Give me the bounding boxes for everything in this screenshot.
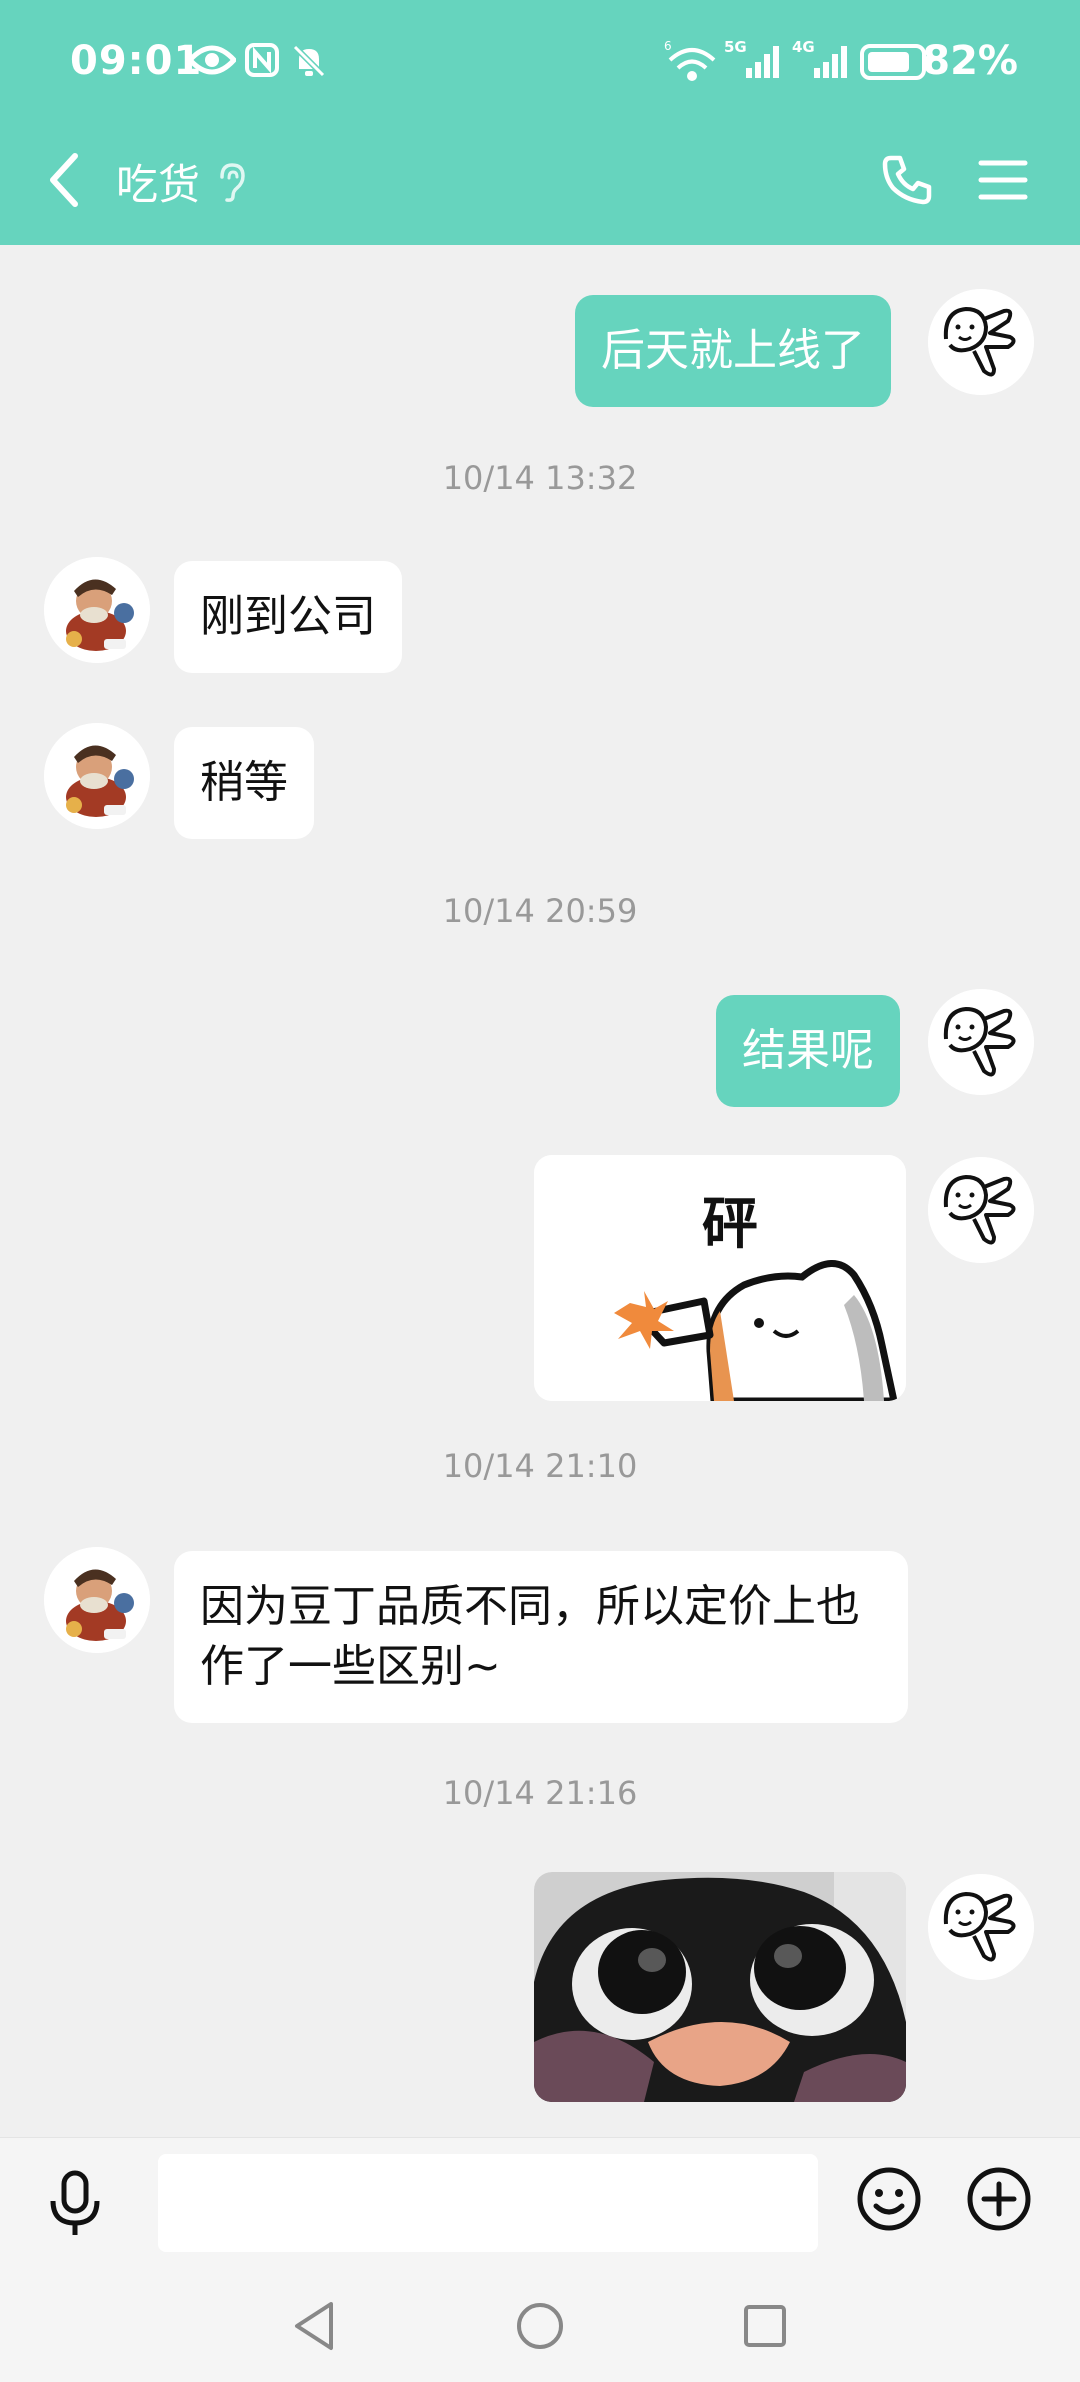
menu-icon — [978, 160, 1028, 200]
nav-home-button[interactable] — [505, 2291, 575, 2361]
signal-5g-icon: 5G — [724, 38, 784, 86]
sent-message[interactable]: 结果呢 — [716, 995, 900, 1107]
battery-percent: 82% — [922, 38, 1018, 84]
status-bar: 09:01 6 5G 4G 82% — [0, 0, 1080, 125]
svg-text:5G: 5G — [724, 38, 747, 56]
chevron-left-icon — [50, 153, 78, 207]
message-input[interactable] — [158, 2154, 818, 2252]
sticker-message[interactable] — [534, 1872, 906, 2102]
plus-circle-icon — [967, 2167, 1031, 2231]
avatar[interactable] — [44, 1547, 150, 1653]
signal-4g-icon: 4G — [792, 38, 852, 86]
nav-back-button[interactable] — [280, 2291, 350, 2361]
timestamp: 10/14 20:59 — [442, 892, 638, 930]
chat-title[interactable]: 吃货 — [116, 151, 200, 212]
sticker-message[interactable]: 砰 — [534, 1155, 906, 1401]
svg-text:6: 6 — [664, 39, 672, 53]
received-message[interactable]: 刚到公司 — [174, 561, 402, 673]
voice-button[interactable] — [40, 2166, 110, 2240]
battery-icon — [860, 44, 932, 84]
menu-button[interactable] — [968, 145, 1038, 215]
triangle-back-icon — [295, 2302, 333, 2350]
emoji-icon — [857, 2167, 921, 2231]
avatar[interactable] — [928, 989, 1034, 1095]
nfc-icon — [244, 42, 280, 82]
title-bar: 吃货 — [0, 125, 1080, 245]
microphone-icon — [50, 2170, 100, 2235]
avatar[interactable] — [928, 1874, 1034, 1980]
mute-bell-icon — [290, 42, 328, 84]
avatar[interactable] — [44, 723, 150, 829]
avatar[interactable] — [928, 289, 1034, 395]
cat-sticker-image: 砰 — [534, 1155, 906, 1401]
avatar[interactable] — [928, 1157, 1034, 1263]
timestamp: 10/14 21:16 — [442, 1774, 638, 1812]
circle-home-icon — [517, 2303, 563, 2349]
emoji-button[interactable] — [854, 2164, 924, 2234]
input-bar — [0, 2137, 1080, 2267]
ear-icon[interactable] — [216, 161, 248, 207]
wifi-icon: 6 — [662, 38, 718, 86]
timestamp: 10/14 13:32 — [442, 459, 638, 497]
penguin-sticker-image — [534, 1872, 906, 2102]
received-message[interactable]: 稍等 — [174, 727, 314, 839]
app-header: 09:01 6 5G 4G 82% 吃货 — [0, 0, 1080, 245]
square-recent-icon — [744, 2305, 786, 2347]
phone-icon — [882, 155, 932, 205]
call-button[interactable] — [872, 145, 942, 215]
nav-recent-button[interactable] — [730, 2291, 800, 2361]
sent-message[interactable]: 后天就上线了 — [575, 295, 891, 407]
eye-icon — [186, 42, 238, 82]
timestamp: 10/14 21:10 — [442, 1447, 638, 1485]
svg-text:4G: 4G — [792, 38, 815, 56]
sticker-caption: 砰 — [702, 1192, 758, 1257]
more-button[interactable] — [964, 2164, 1034, 2234]
system-nav-bar — [0, 2267, 1080, 2382]
back-button[interactable] — [30, 145, 100, 215]
avatar[interactable] — [44, 557, 150, 663]
status-time: 09:01 — [70, 38, 203, 84]
message-list[interactable]: 后天就上线了 10/14 13:32 刚到公司 稍等 10/14 20:59 结… — [0, 245, 1080, 2137]
received-message[interactable]: 因为豆丁品质不同，所以定价上也作了一些区别~ — [174, 1551, 908, 1723]
